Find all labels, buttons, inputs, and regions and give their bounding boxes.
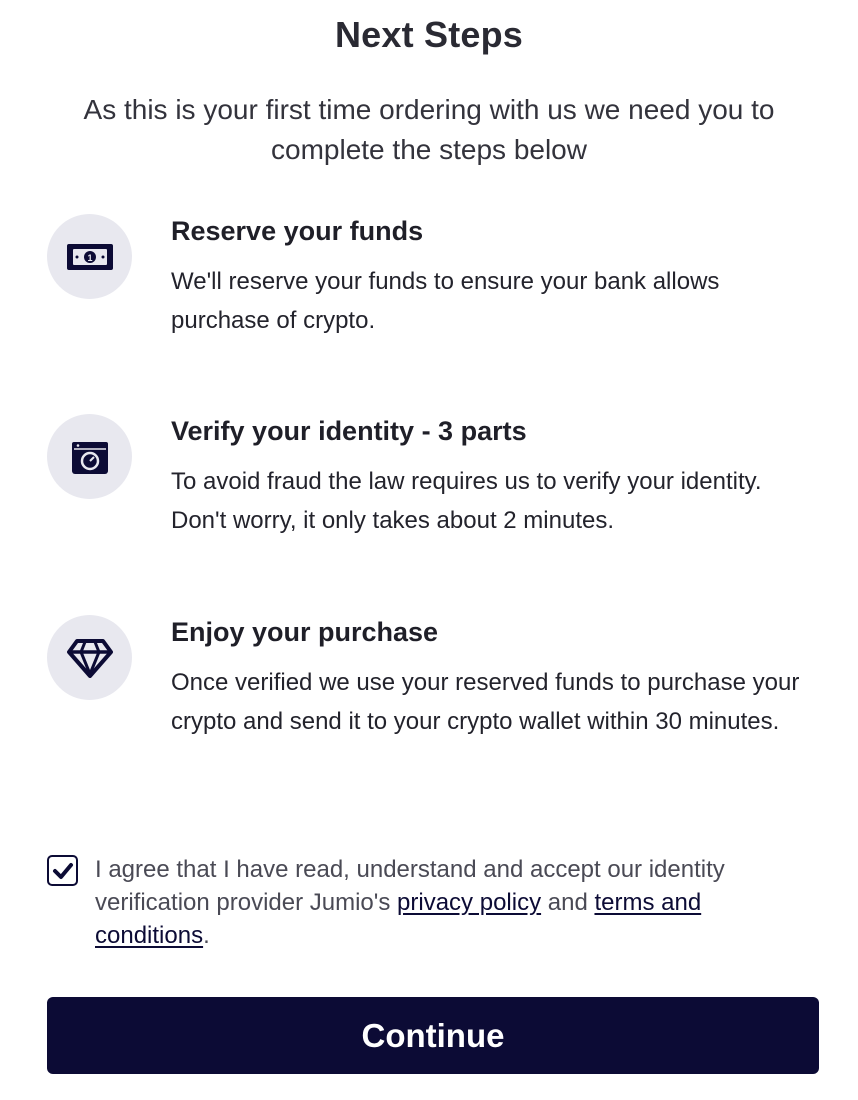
agree-checkbox[interactable]	[47, 855, 78, 886]
step-description: Once verified we use your reserved funds…	[171, 669, 800, 735]
cash-icon: 1	[47, 214, 132, 299]
agreement-text-end: .	[203, 922, 210, 949]
agreement-text-middle: and	[541, 889, 595, 916]
checkmark-icon	[52, 862, 73, 879]
step-title: Enjoy your purchase	[171, 617, 439, 647]
step-title: Verify your identity - 3 parts	[171, 416, 527, 446]
step-title: Reserve your funds	[171, 216, 424, 246]
diamond-icon	[47, 615, 132, 700]
agreement-text: I agree that I have read, understand and…	[95, 853, 795, 952]
camera-icon	[47, 414, 132, 499]
continue-button[interactable]: Continue	[47, 997, 819, 1074]
privacy-policy-link[interactable]: privacy policy	[397, 889, 541, 916]
step-description: To avoid fraud the law requires us to ve…	[171, 468, 762, 534]
page-title: Next Steps	[334, 14, 524, 55]
page-subtitle: As this is your first time ordering with…	[83, 94, 775, 165]
svg-text:1: 1	[87, 253, 92, 263]
step-description: We'll reserve your funds to ensure your …	[171, 268, 720, 334]
